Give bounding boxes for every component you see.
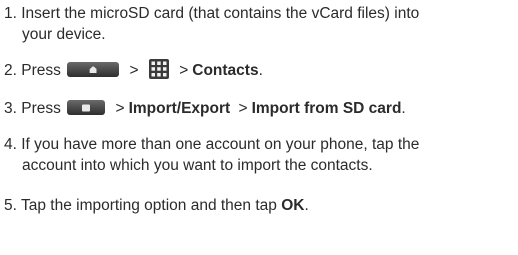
step-3-separator-1: > (115, 100, 125, 117)
step-4-line-2: account into which you want to import th… (22, 157, 373, 174)
step-4: 4. If you have more than one account on … (4, 134, 419, 176)
step-1-line-1: Insert the microSD card (that contains t… (21, 5, 420, 22)
step-5: 5. Tap the importing option and then tap… (4, 195, 309, 216)
applications-grid-icon (148, 59, 169, 79)
step-3-end: . (401, 100, 406, 117)
step-2-number: 2. (4, 62, 17, 79)
step-3-part-2: Import from SD card (251, 100, 402, 117)
step-4-number: 4. (4, 136, 17, 153)
step-2-separator-2: > (179, 62, 189, 79)
step-1-number: 1. (4, 5, 17, 22)
step-5-number: 5. (4, 197, 17, 214)
step-5-end: . (304, 197, 309, 214)
step-3-press: Press (21, 100, 61, 117)
menu-key-icon (67, 100, 106, 115)
step-5-text: Tap the importing option and then tap (20, 197, 277, 214)
step-2-separator-1: > (129, 62, 139, 79)
step-4-line-1: If you have more than one account on you… (21, 136, 420, 153)
step-3: 3. Press > Import/Export > Import from SD … (4, 98, 406, 119)
step-5-ok: OK (281, 197, 305, 214)
step-3-part-1: Import/Export (128, 100, 231, 117)
step-2-target: Contacts (192, 62, 259, 79)
home-key-icon (67, 62, 120, 77)
step-1: 1. Insert the microSD card (that contain… (4, 3, 419, 45)
step-3-number: 3. (4, 100, 17, 117)
instruction-steps: 1. Insert the microSD card (that contain… (0, 0, 518, 255)
step-2-press: Press (21, 62, 61, 79)
step-2-end: . (258, 62, 263, 79)
step-2: 2. Press > > Contacts. (4, 59, 263, 81)
step-1-line-2: your device. (22, 26, 106, 43)
step-3-separator-2: > (238, 100, 248, 117)
